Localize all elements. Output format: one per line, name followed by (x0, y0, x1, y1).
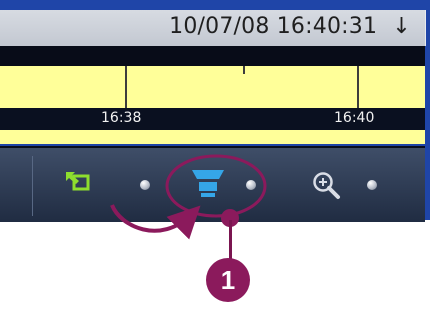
callout-number-badge: 1 (206, 258, 250, 302)
callout-number: 1 (220, 265, 236, 295)
callout-pointer-line (229, 220, 232, 260)
curved-arrow (110, 204, 201, 240)
highlight-circle (165, 154, 267, 218)
